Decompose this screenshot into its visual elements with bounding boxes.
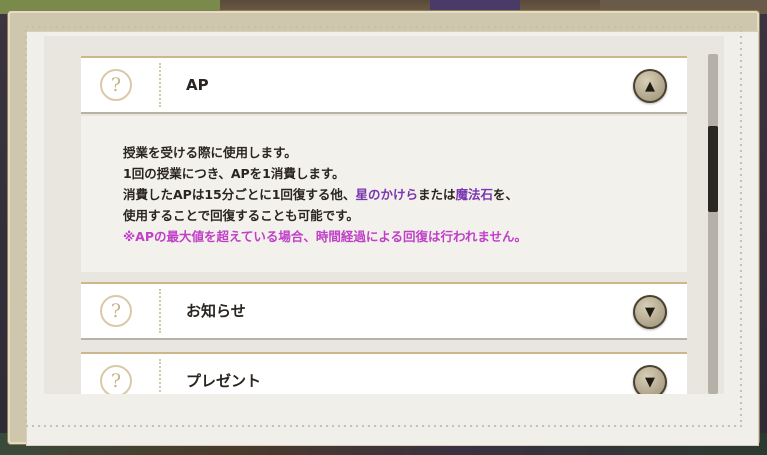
accordion-title: プレゼント [186,372,262,390]
item-name-star-fragment: 星のかけら [355,187,418,202]
header-divider [159,359,161,394]
scrollbar-track[interactable] [708,54,718,394]
question-mark-icon: ? [100,69,132,101]
question-glyph: ? [110,300,122,322]
frame-dots [24,424,743,428]
frame-dots [24,28,28,424]
description-text: 消費したAPは15分ごとに1回復する他、 [123,187,356,202]
accordion-title: お知らせ [186,302,246,320]
description-note: ※APの最大値を超えている場合、時間経過による回復は行われません。 [123,229,527,244]
toggle-glyph: ▲ [645,78,655,94]
question-mark-icon: ? [100,295,132,327]
accordion-body-ap: 授業を受ける際に使用します。 1回の授業につき、APを1消費します。 消費したA… [81,116,687,272]
question-glyph: ? [110,74,122,96]
item-name-magic-stone: 魔法石 [455,187,493,202]
description-line: 使用することで回復することも可能です。 [123,208,359,223]
accordion-header-notice[interactable]: ? お知らせ ▼ [81,282,687,340]
header-divider [159,289,161,333]
question-glyph: ? [110,370,122,392]
description-text: を、 [492,187,518,202]
accordion-header-ap[interactable]: ? AP ▲ [81,56,687,114]
scrollbar-thumb[interactable] [708,126,718,212]
ap-description: 授業を受ける際に使用します。 1回の授業につき、APを1消費します。 消費したA… [123,142,527,247]
accordion-title: AP [186,76,209,94]
description-line: 授業を受ける際に使用します。 [123,145,297,160]
help-list: ? AP ▲ 授業を受ける際に使用します。 1回の授業につき、APを1消費します… [44,36,724,394]
accordion-header-present[interactable]: ? プレゼント ▼ [81,352,687,394]
chevron-down-icon[interactable]: ▼ [633,365,667,394]
chevron-down-icon[interactable]: ▼ [633,295,667,329]
description-text: または [417,187,456,202]
toggle-glyph: ▼ [645,304,655,320]
header-divider [159,63,161,107]
frame-dots [739,28,743,424]
question-mark-icon: ? [100,365,132,394]
frame-dots [24,25,743,29]
toggle-glyph: ▼ [645,374,655,390]
description-line: 1回の授業につき、APを1消費します。 [123,166,345,181]
chevron-up-icon[interactable]: ▲ [633,69,667,103]
description-line: 消費したAPは15分ごとに1回復する他、星のかけらまたは魔法石を、 [123,184,527,205]
